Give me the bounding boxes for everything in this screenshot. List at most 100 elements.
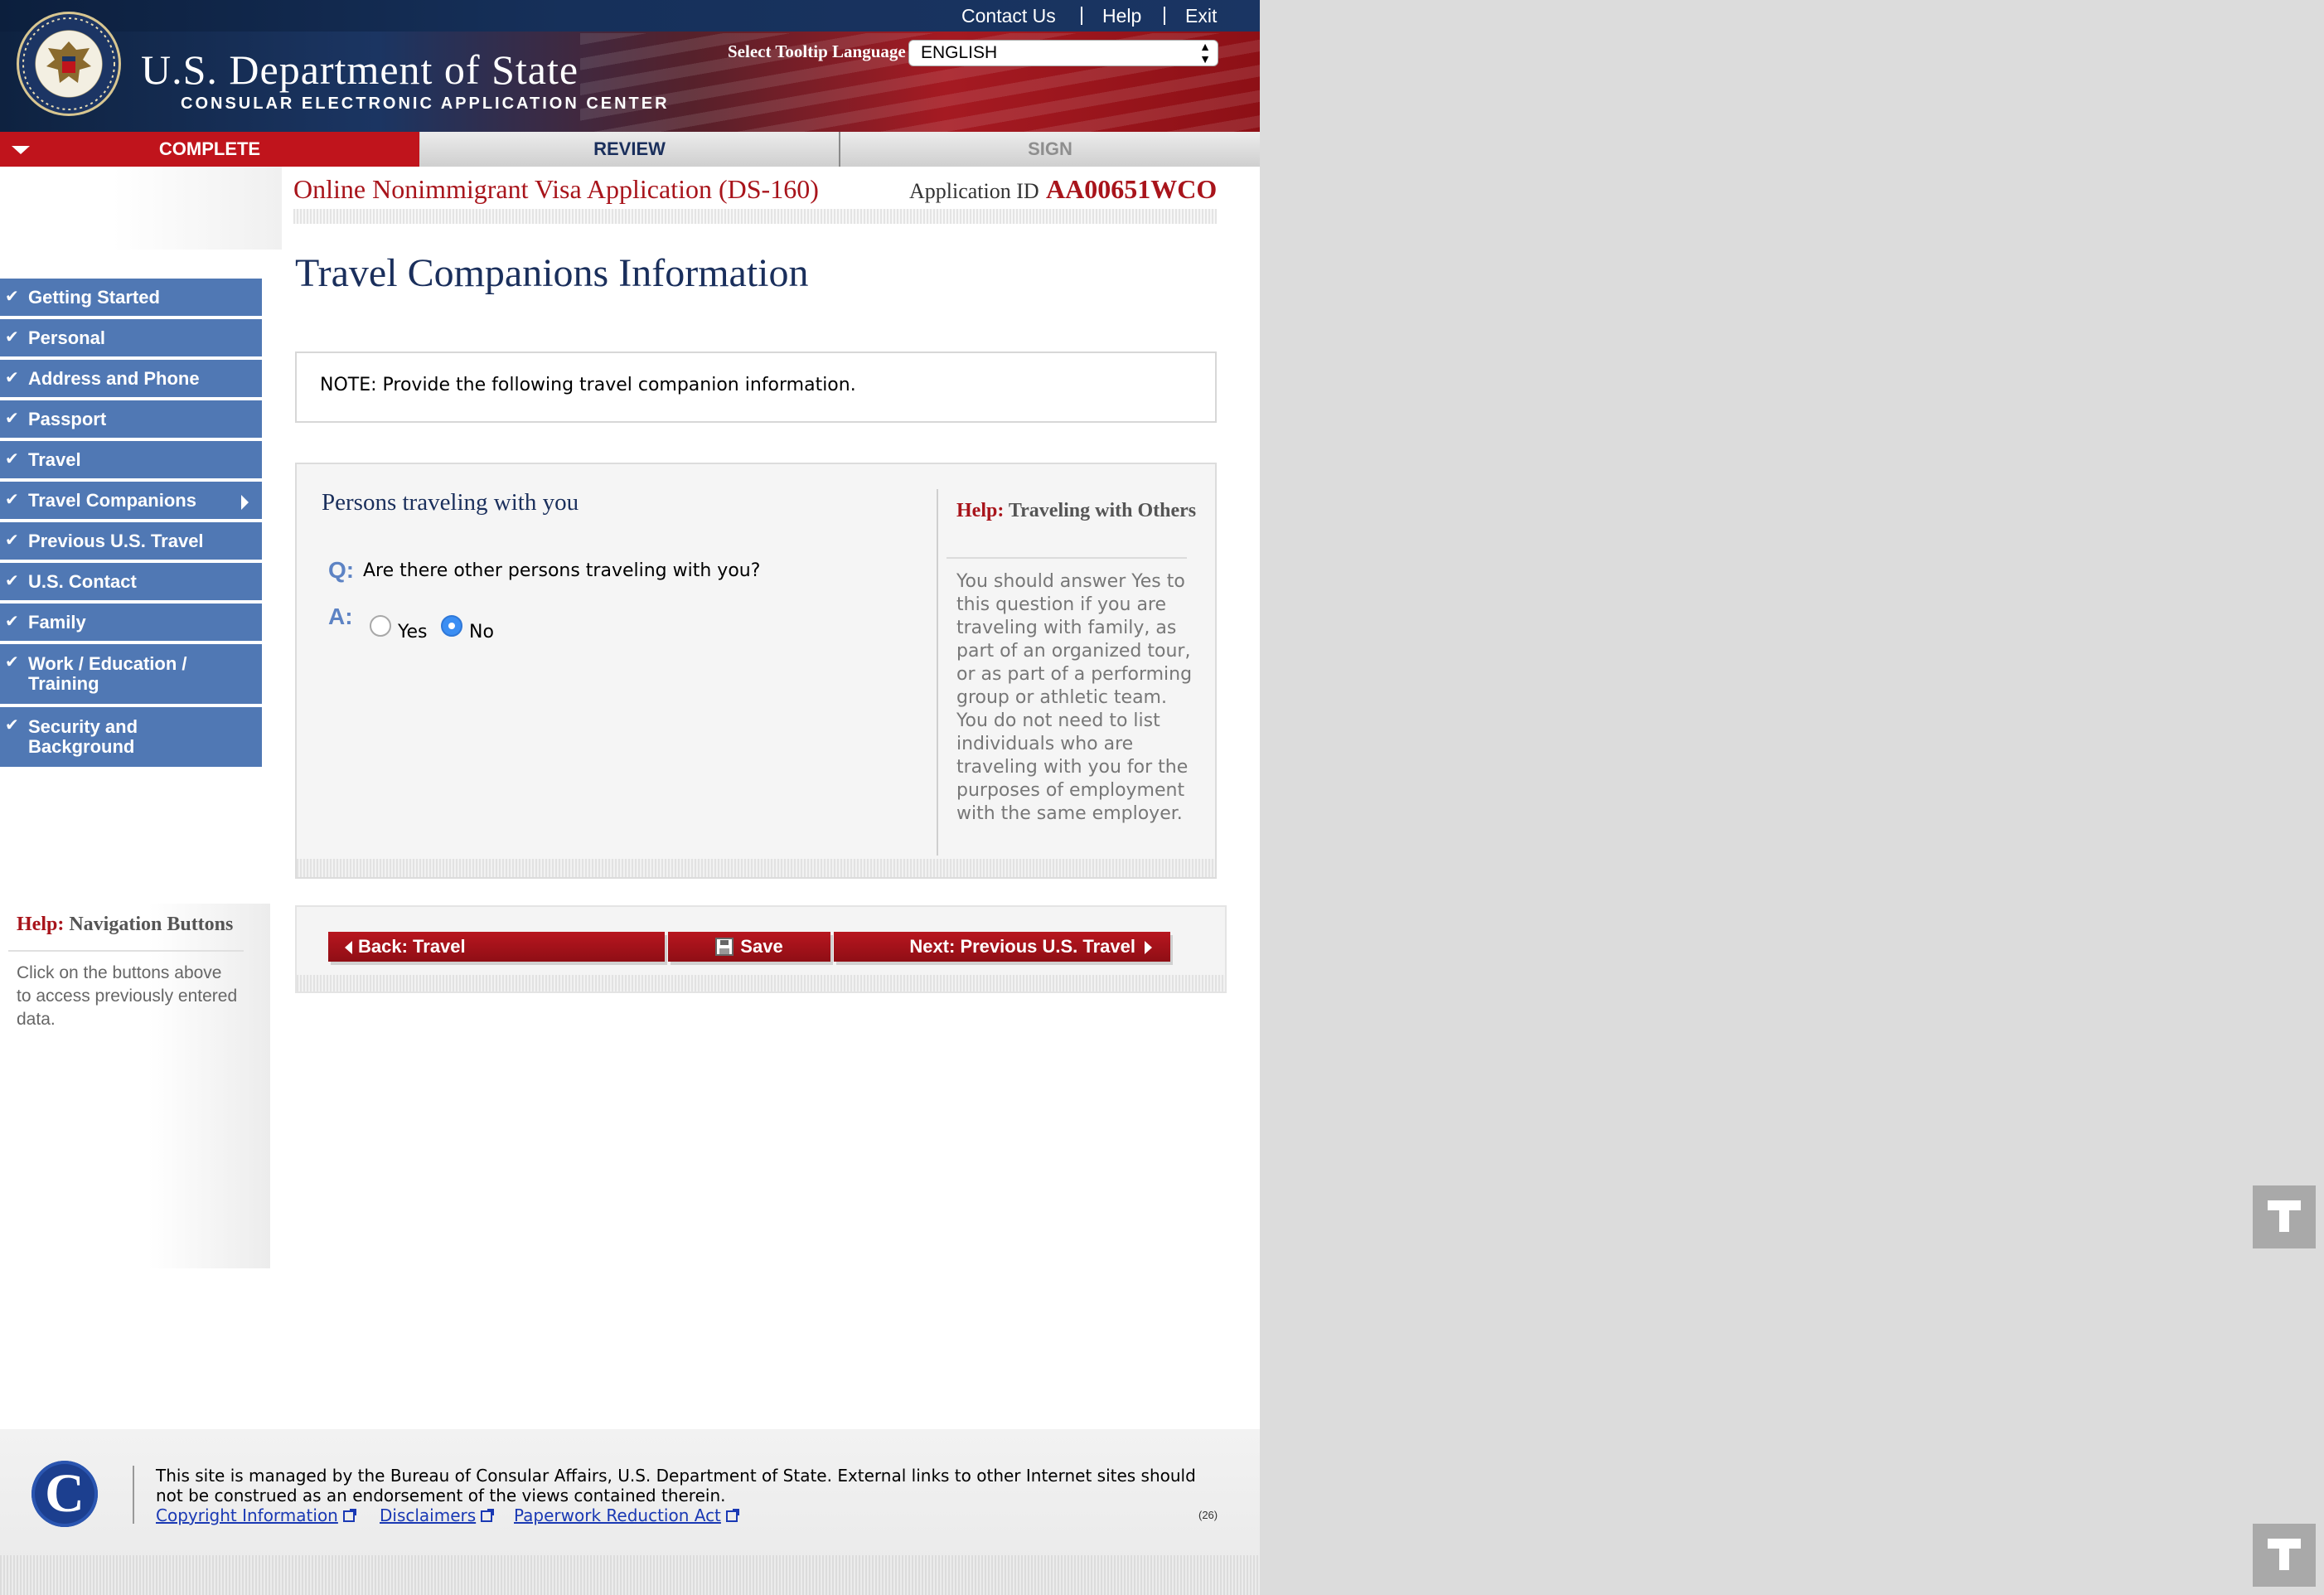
sidebar-item-label: U.S. Contact <box>28 571 137 592</box>
help-rule <box>947 557 1187 559</box>
arrow-right-icon <box>1145 941 1152 954</box>
tooltip-language-value: ENGLISH <box>921 43 998 62</box>
tab-complete-label: COMPLETE <box>158 138 261 159</box>
footer-link-label: Disclaimers <box>380 1505 477 1525</box>
tab-sign[interactable]: SIGN <box>840 132 1260 167</box>
site-footer: C This site is managed by the Bureau of … <box>0 1429 1260 1595</box>
check-icon: ✔ <box>5 369 19 387</box>
application-id-label: Application ID <box>909 179 1039 203</box>
next-button[interactable]: Next: Previous U.S. Travel <box>834 932 1170 962</box>
footer-disclaimer-text: This site is managed by the Bureau of Co… <box>156 1466 1196 1505</box>
department-seal-logo <box>17 12 121 116</box>
check-icon: ✔ <box>5 491 19 509</box>
page-title: Travel Companions Information <box>295 251 809 295</box>
help-link[interactable]: Help <box>1102 3 1141 28</box>
sidebar-item-travel-companions[interactable]: ✔ Travel Companions <box>0 482 262 522</box>
save-button-label: Save <box>740 936 783 957</box>
answer-marker: A: <box>328 604 353 629</box>
button-bar-bottom-strip <box>297 975 1225 991</box>
help-topic: Traveling with Others <box>1008 500 1197 521</box>
check-icon: ✔ <box>5 450 19 468</box>
back-button[interactable]: Back: Travel <box>328 932 665 962</box>
sidebar-item-us-contact[interactable]: ✔ U.S. Contact <box>0 563 262 604</box>
navigation-help-title: Help: Navigation Buttons <box>17 914 233 936</box>
tab-review-label: REVIEW <box>593 138 666 159</box>
ceac-subtitle: CONSULAR ELECTRONIC APPLICATION CENTER <box>181 95 670 113</box>
check-icon: ✔ <box>5 653 19 671</box>
translate-widget-button[interactable] <box>2253 1524 2316 1587</box>
title-divider <box>293 209 1217 224</box>
sidebar-item-label: Travel <box>28 449 81 470</box>
back-button-label: Back: Travel <box>358 936 466 957</box>
department-title: U.S. Department of State <box>141 46 579 93</box>
step-tabs: COMPLETE REVIEW SIGN <box>0 132 1260 167</box>
sidebar-item-travel[interactable]: ✔ Travel <box>0 441 262 482</box>
disclaimers-link[interactable]: Disclaimers <box>380 1505 495 1525</box>
help-prefix: Help: <box>17 914 65 935</box>
sidebar-item-label: Address and Phone <box>28 368 200 389</box>
text-t-icon-stem <box>2279 1539 2289 1570</box>
tab-review[interactable]: REVIEW <box>420 132 840 167</box>
sidebar-item-work-education-training[interactable]: ✔ Work / Education / Training <box>0 644 262 707</box>
help-prefix: Help: <box>956 500 1005 521</box>
radio-no-selected[interactable] <box>441 615 462 637</box>
footer-bottom-strip <box>0 1555 1260 1595</box>
contact-us-link[interactable]: Contact Us <box>961 3 1056 28</box>
help-rule <box>8 950 244 952</box>
help-topic: Navigation Buttons <box>69 914 234 935</box>
question-marker: Q: <box>328 557 355 583</box>
help-divider <box>937 489 938 856</box>
consular-affairs-logo: C <box>31 1461 98 1527</box>
sidebar-item-label: Work / Education / Training <box>28 653 187 694</box>
radio-yes[interactable] <box>370 615 391 637</box>
question-panel: Persons traveling with you Q: Are there … <box>295 463 1217 879</box>
external-link-icon <box>481 1509 495 1522</box>
check-icon: ✔ <box>5 410 19 428</box>
note-box: NOTE: Provide the following travel compa… <box>295 351 1217 423</box>
sidebar-item-passport[interactable]: ✔ Passport <box>0 400 262 441</box>
sidebar-item-getting-started[interactable]: ✔ Getting Started <box>0 279 262 319</box>
sidebar-item-personal[interactable]: ✔ Personal <box>0 319 262 360</box>
tooltip-language-label: Select Tooltip Language <box>728 41 906 61</box>
footer-divider <box>133 1466 134 1524</box>
sidebar-item-label: Getting Started <box>28 287 160 308</box>
top-link-separator <box>1081 7 1082 25</box>
check-icon: ✔ <box>5 531 19 550</box>
check-icon: ✔ <box>5 613 19 631</box>
navigation-help-text: Click on the buttons above to access pre… <box>17 963 238 1029</box>
top-link-bar: Contact Us Help Exit <box>0 0 1260 32</box>
sidebar-item-label: Security and Background <box>28 716 138 757</box>
sidebar-item-address-and-phone[interactable]: ✔ Address and Phone <box>0 360 262 400</box>
radio-no-label[interactable]: No <box>469 622 494 642</box>
sidebar-item-label: Passport <box>28 409 107 429</box>
tooltip-language-select[interactable]: ENGLISH ▲ ▼ <box>908 40 1218 66</box>
exit-link[interactable]: Exit <box>1185 3 1217 28</box>
paperwork-reduction-act-link[interactable]: Paperwork Reduction Act <box>514 1505 739 1525</box>
sidebar-item-label: Previous U.S. Travel <box>28 531 204 551</box>
external-link-icon <box>342 1509 356 1522</box>
navigation-help: Help: Navigation Buttons Click on the bu… <box>0 904 270 1268</box>
copyright-information-link[interactable]: Copyright Information <box>156 1505 356 1525</box>
application-title: Online Nonimmigrant Visa Application (DS… <box>293 174 819 204</box>
section-heading: Persons traveling with you <box>322 489 579 516</box>
note-text: NOTE: Provide the following travel compa… <box>320 375 856 395</box>
arrow-left-icon <box>345 941 352 954</box>
tab-complete[interactable]: COMPLETE <box>0 132 419 167</box>
next-button-label: Next: Previous U.S. Travel <box>909 936 1135 957</box>
footer-link-label: Copyright Information <box>156 1505 338 1525</box>
panel-bottom-strip <box>297 859 1215 877</box>
caret-down-icon <box>12 146 30 154</box>
save-button[interactable]: Save <box>668 932 830 962</box>
browser-page: Contact Us Help Exit U.S. Department of … <box>0 0 1260 1595</box>
radio-yes-label[interactable]: Yes <box>398 622 428 642</box>
sidebar-nav: ✔ Getting Started ✔ Personal ✔ Address a… <box>0 279 262 770</box>
page-code: (26) <box>1198 1509 1218 1521</box>
sidebar-item-label: Personal <box>28 327 105 348</box>
question-text: Are there other persons traveling with y… <box>363 560 761 581</box>
translate-widget-button[interactable] <box>2253 1185 2316 1248</box>
sidebar-item-family[interactable]: ✔ Family <box>0 604 262 644</box>
check-icon: ✔ <box>5 328 19 347</box>
sidebar-item-previous-us-travel[interactable]: ✔ Previous U.S. Travel <box>0 522 262 563</box>
sidebar-item-security-and-background[interactable]: ✔ Security and Background <box>0 707 262 770</box>
help-title: Help: Traveling with Others <box>956 499 1197 522</box>
